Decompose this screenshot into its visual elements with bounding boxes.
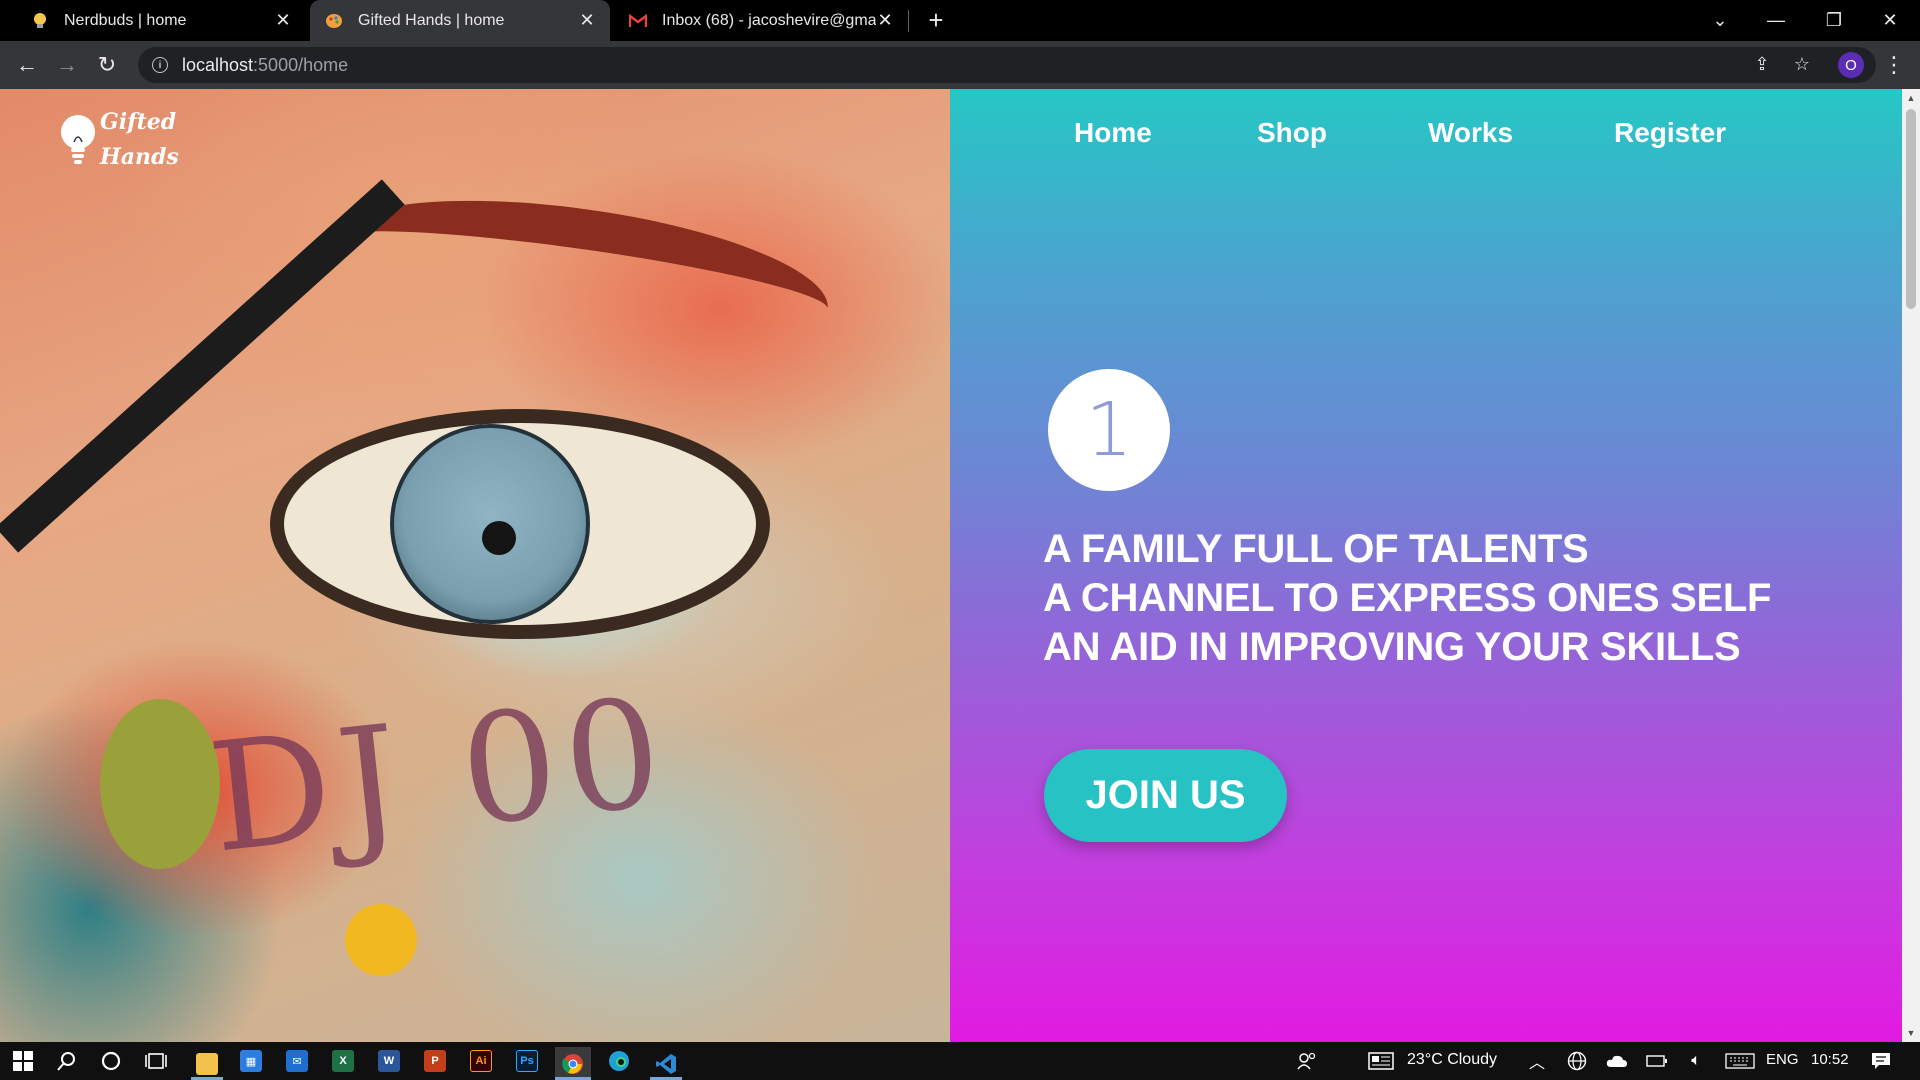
tab-title: Inbox (68) - jacoshevire@gmail.c: [662, 11, 876, 29]
tab-title: Nerdbuds | home: [64, 11, 187, 29]
tagline-line-2: A CHANNEL TO EXPRESS ONES SELF: [1043, 576, 1772, 620]
close-tab-icon[interactable]: ✕: [578, 10, 596, 31]
volume-icon[interactable]: 🔈︎: [1681, 1047, 1711, 1075]
tab-separator: [908, 10, 909, 32]
scrollbar-thumb[interactable]: [1906, 109, 1916, 309]
badge-number: 1: [1085, 387, 1133, 473]
palette-favicon-icon: [324, 11, 344, 31]
task-view-icon[interactable]: [141, 1047, 171, 1075]
art-green-patch: [100, 699, 220, 869]
tab-gmail-inbox[interactable]: Inbox (68) - jacoshevire@gmail.c ✕: [614, 0, 908, 41]
illustrator-icon[interactable]: Ai: [466, 1047, 496, 1075]
art-graffiti-text: DJ 00: [202, 665, 677, 887]
touch-keyboard-icon[interactable]: [1722, 1047, 1758, 1075]
input-language[interactable]: ENG: [1766, 1051, 1799, 1068]
minimize-button[interactable]: —: [1748, 0, 1804, 41]
close-window-button[interactable]: ✕: [1862, 0, 1918, 41]
logo-line-1: Gifted: [100, 109, 177, 135]
nav-home-link[interactable]: Home: [1074, 117, 1152, 149]
browser-toolbar: ← → ↻ i localhost:5000/home ⇪ ☆ O ⋮: [0, 41, 1920, 89]
tagline-line-1: A FAMILY FULL OF TALENTS: [1043, 527, 1589, 571]
tab-nerdbuds[interactable]: Nerdbuds | home ✕: [16, 0, 306, 41]
cortana-icon[interactable]: [96, 1047, 126, 1075]
close-tab-icon[interactable]: ✕: [274, 10, 292, 31]
art-yellow-dot: [345, 904, 417, 976]
scroll-up-arrow-icon[interactable]: ▲: [1902, 89, 1920, 107]
tab-title: Gifted Hands | home: [358, 11, 505, 29]
back-button[interactable]: ←: [11, 49, 43, 81]
site-info-icon[interactable]: i: [152, 57, 168, 73]
nav-register-link[interactable]: Register: [1614, 117, 1726, 149]
mail-icon[interactable]: ✉: [282, 1047, 312, 1075]
hero-content-panel: Home Shop Works Register 1 A FAMILY FULL…: [950, 89, 1902, 1042]
lightbulb-logo-icon: [60, 112, 96, 168]
windows-start-icon[interactable]: [8, 1047, 38, 1075]
hero-tagline: A FAMILY FULL OF TALENTS A CHANNEL TO EX…: [1043, 525, 1771, 672]
logo-line-2: Hands: [100, 144, 179, 170]
vscode-icon[interactable]: [650, 1047, 682, 1080]
show-hidden-icons-chevron-icon[interactable]: ︿: [1522, 1047, 1552, 1075]
search-icon[interactable]: [52, 1047, 82, 1075]
bulb-favicon-icon: [30, 11, 50, 31]
photoshop-icon[interactable]: Ps: [512, 1047, 542, 1075]
new-tab-button[interactable]: +: [922, 5, 950, 35]
nav-shop-link[interactable]: Shop: [1257, 117, 1327, 149]
forward-button[interactable]: →: [51, 49, 83, 81]
close-tab-icon[interactable]: ✕: [876, 10, 894, 31]
notifications-icon[interactable]: [1866, 1047, 1896, 1075]
hero-graffiti-image: DJ 00 Gifted Hands: [0, 89, 950, 1042]
nav-works-link[interactable]: Works: [1428, 117, 1513, 149]
windows-taskbar: ▦ ✉ X W P Ai Ps 23°C Cloudy ︿ 🔈︎ ENG 10:…: [0, 1042, 1920, 1080]
news-weather-icon[interactable]: [1366, 1047, 1396, 1075]
number-badge: 1: [1048, 369, 1170, 491]
bookmark-star-icon[interactable]: ☆: [1787, 49, 1817, 79]
edge-icon[interactable]: [604, 1047, 634, 1075]
tab-search-chevron-icon[interactable]: ⌄: [1692, 0, 1748, 41]
gmail-favicon-icon: [628, 11, 648, 31]
people-icon[interactable]: [1292, 1047, 1322, 1075]
profile-avatar[interactable]: O: [1838, 52, 1864, 78]
address-bar[interactable]: i localhost:5000/home: [138, 47, 1876, 83]
onedrive-cloud-icon[interactable]: [1602, 1047, 1632, 1075]
scroll-down-arrow-icon[interactable]: ▼: [1902, 1024, 1920, 1042]
art-pupil: [482, 521, 516, 555]
main-navigation: Home Shop Works Register: [950, 89, 1902, 179]
site-logo[interactable]: Gifted Hands: [60, 105, 179, 175]
tab-gifted-hands[interactable]: Gifted Hands | home ✕: [310, 0, 610, 41]
weather-text[interactable]: 23°C Cloudy: [1407, 1051, 1497, 1069]
restore-button[interactable]: ❐: [1806, 0, 1862, 41]
browser-tab-strip: Nerdbuds | home ✕ Gifted Hands | home ✕ …: [0, 0, 1920, 41]
microsoft-store-icon[interactable]: ▦: [236, 1047, 266, 1075]
url-path: :5000/home: [253, 54, 349, 75]
word-icon[interactable]: W: [374, 1047, 404, 1075]
join-us-button[interactable]: JOIN US: [1044, 749, 1287, 842]
browser-menu-icon[interactable]: ⋮: [1880, 49, 1908, 81]
battery-icon[interactable]: [1642, 1047, 1672, 1075]
clock-time[interactable]: 10:52: [1811, 1051, 1849, 1068]
reload-button[interactable]: ↻: [91, 49, 123, 81]
url-host: localhost: [182, 54, 254, 75]
page-scrollbar[interactable]: ▲ ▼: [1902, 89, 1920, 1042]
tagline-line-3: AN AID IN IMPROVING YOUR SKILLS: [1043, 625, 1741, 669]
page-viewport: DJ 00 Gifted Hands Home Shop Works Regis…: [0, 89, 1902, 1042]
globe-network-icon[interactable]: [1562, 1047, 1592, 1075]
powerpoint-icon[interactable]: P: [420, 1047, 450, 1075]
file-explorer-icon[interactable]: [191, 1047, 223, 1080]
excel-icon[interactable]: X: [328, 1047, 358, 1075]
share-icon[interactable]: ⇪: [1747, 49, 1777, 79]
logo-wordmark: Gifted Hands: [100, 105, 179, 175]
chrome-icon[interactable]: [555, 1047, 591, 1080]
